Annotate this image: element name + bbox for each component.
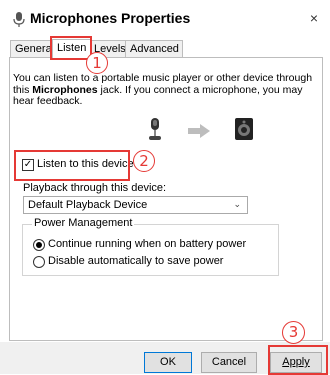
close-button[interactable]: × xyxy=(310,10,318,26)
listen-description: You can listen to a portable music playe… xyxy=(13,72,313,108)
annotation-box-listen-checkbox xyxy=(14,150,130,181)
microphone-icon xyxy=(13,12,25,27)
annotation-box-listen-tab xyxy=(50,36,92,60)
annotation-box-apply-button xyxy=(268,345,328,375)
annotation-number-3: 3 xyxy=(282,321,305,344)
arrow-right-icon xyxy=(188,124,210,138)
ok-button[interactable]: OK xyxy=(144,352,192,373)
radio-button[interactable] xyxy=(33,256,45,268)
cancel-button[interactable]: Cancel xyxy=(201,352,257,373)
tab-general[interactable]: General xyxy=(10,40,55,58)
playback-device-select[interactable]: Default Playback Device ⌄ xyxy=(23,196,248,214)
radio-disable-automatically-label[interactable]: Disable automatically to save power xyxy=(48,255,223,267)
window-title: Microphones Properties xyxy=(30,10,191,26)
power-management-group: Power Management Continue running when o… xyxy=(22,217,279,276)
tab-advanced[interactable]: Advanced xyxy=(125,40,183,58)
playback-label: Playback through this device: xyxy=(23,182,167,194)
description-device-name: Microphones xyxy=(32,83,98,96)
speaker-icon xyxy=(235,118,253,140)
microphone-icon xyxy=(149,118,161,140)
chevron-down-icon: ⌄ xyxy=(233,199,241,209)
playback-device-value: Default Playback Device xyxy=(28,199,148,211)
radio-continue-running-label[interactable]: Continue running when on battery power xyxy=(48,238,246,250)
annotation-number-2: 2 xyxy=(133,150,155,172)
radio-button-selected[interactable] xyxy=(33,239,45,251)
power-management-label: Power Management xyxy=(32,217,135,229)
title-bar: Microphones Properties × xyxy=(0,0,330,36)
annotation-number-1: 1 xyxy=(86,52,108,74)
